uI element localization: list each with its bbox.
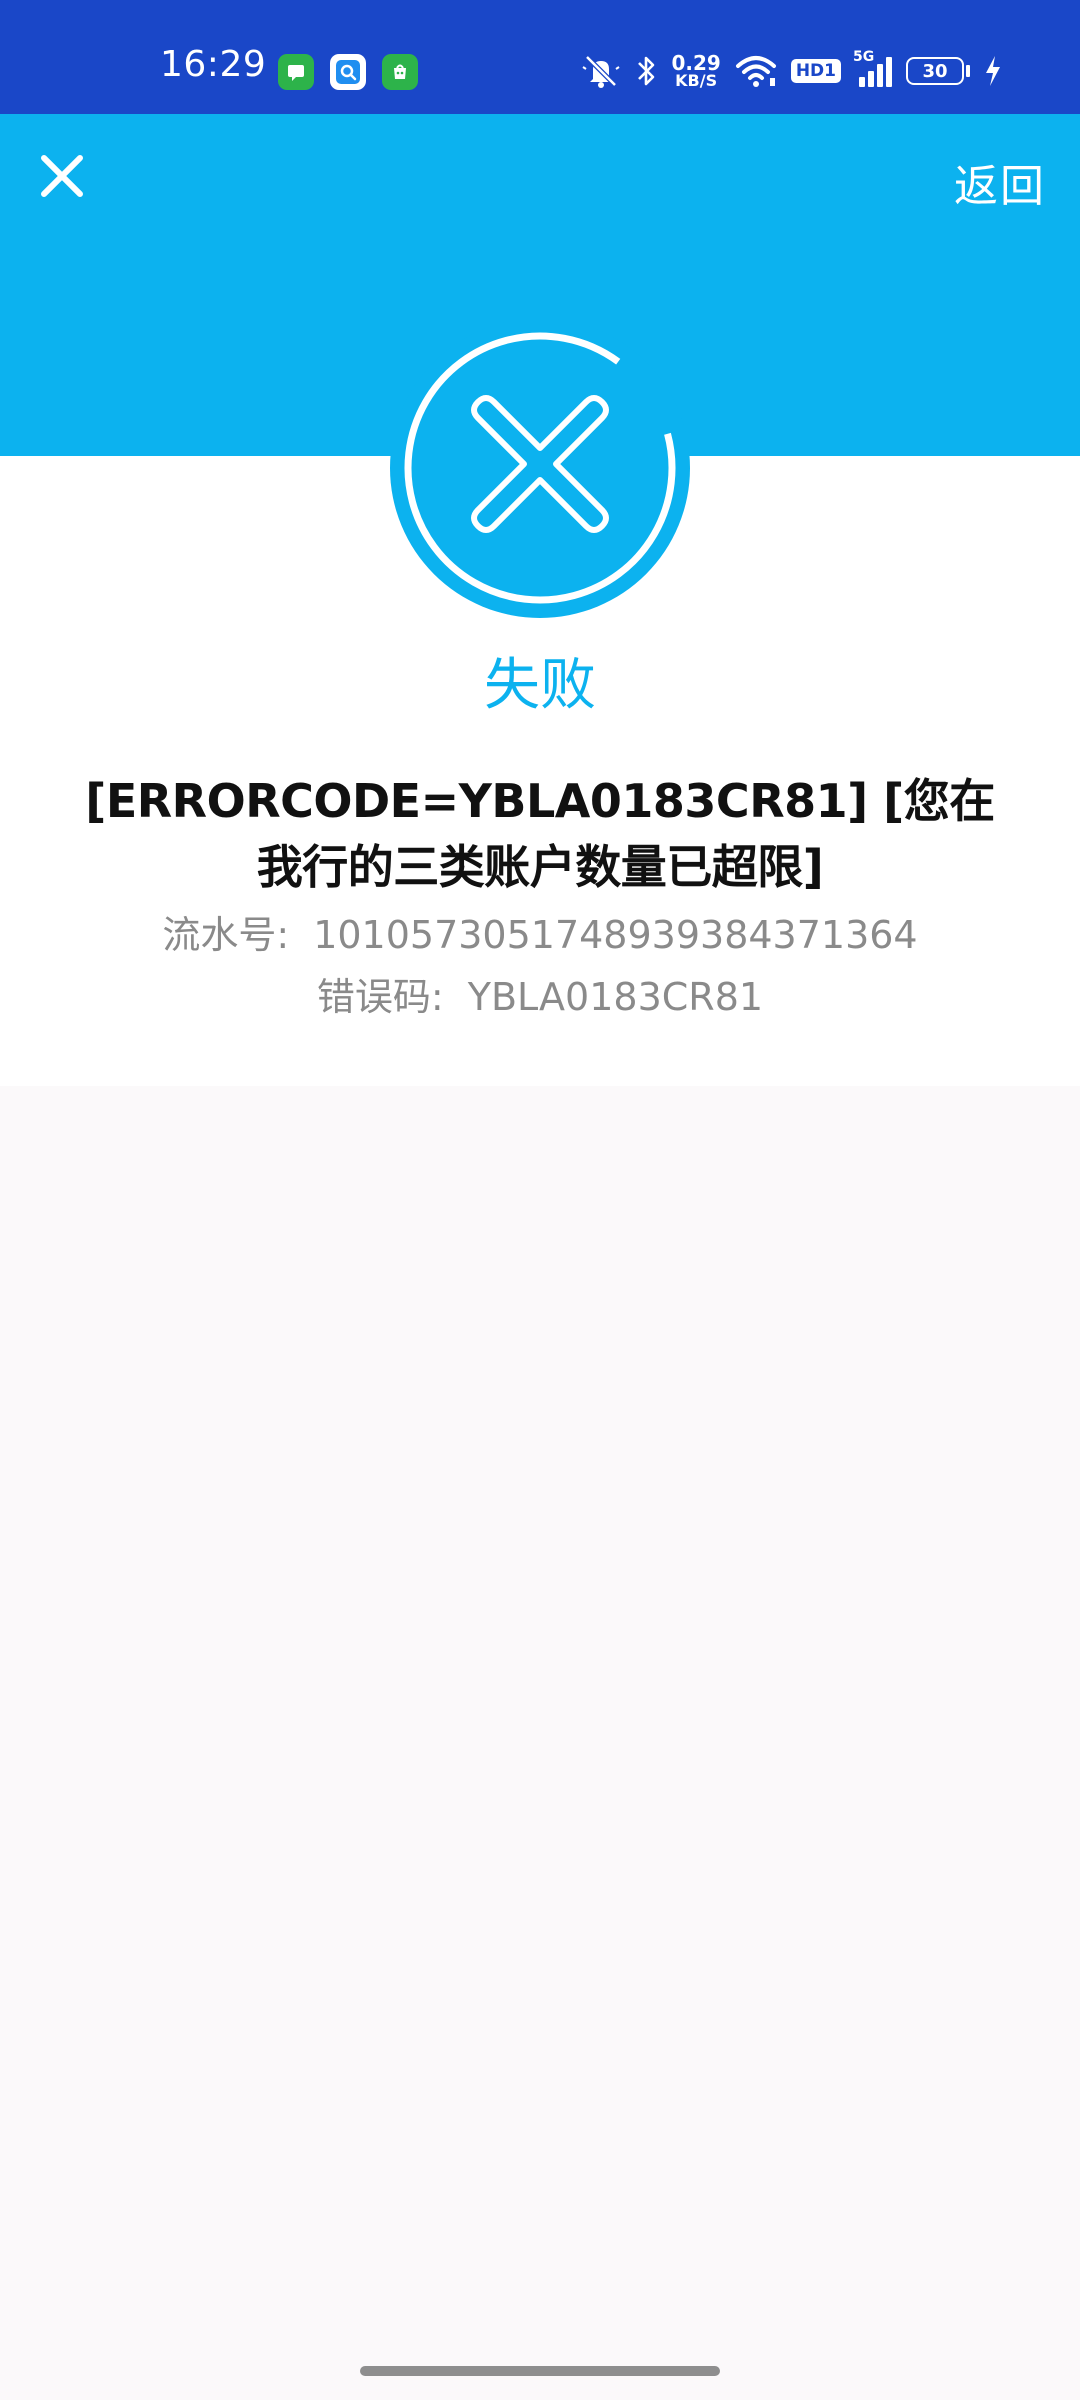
search-app-icon: [330, 54, 366, 90]
battery-level: 30: [906, 57, 964, 85]
serial-number-label: 流水号:: [162, 913, 290, 957]
cellular-signal: 5G: [853, 49, 892, 87]
error-code-value: YBLA0183CR81: [467, 975, 764, 1019]
error-message: [ERRORCODE=YBLA0183CR81] [您在我行的三类账户数量已超限…: [85, 774, 995, 894]
messages-icon: [278, 54, 314, 90]
mute-bell-icon: [582, 55, 621, 88]
notification-app-icons: [278, 54, 418, 90]
result-title: 失败: [484, 653, 596, 718]
status-bar: 16:29 0.29 KB/S HD1 5G 30: [0, 0, 1080, 114]
back-button[interactable]: 返回: [954, 150, 1046, 214]
serial-number-row: 流水号: 1010573051748939384371364: [0, 904, 1080, 959]
network-speed-unit: KB/S: [675, 71, 718, 90]
status-indicators: 0.29 KB/S HD1 5G 30: [581, 48, 1002, 94]
wifi-icon: [735, 56, 776, 87]
status-time: 16:29: [160, 44, 267, 85]
store-app-icon: [382, 54, 418, 90]
charging-bolt-icon: [986, 56, 1000, 86]
close-icon[interactable]: [36, 150, 88, 202]
hd-badge: HD1: [790, 59, 841, 83]
battery-indicator: 30: [906, 57, 970, 85]
home-indicator[interactable]: [360, 2366, 720, 2376]
bluetooth-icon: [638, 56, 655, 86]
signal-label: 5G: [853, 49, 875, 65]
network-speed: 0.29 KB/S: [671, 53, 720, 89]
serial-number-value: 1010573051748939384371364: [313, 913, 918, 957]
failure-x-icon: [390, 318, 690, 618]
network-speed-value: 0.29: [671, 51, 721, 75]
error-code-row: 错误码: YBLA0183CR81: [0, 966, 1080, 1021]
error-code-label: 错误码:: [316, 975, 444, 1019]
